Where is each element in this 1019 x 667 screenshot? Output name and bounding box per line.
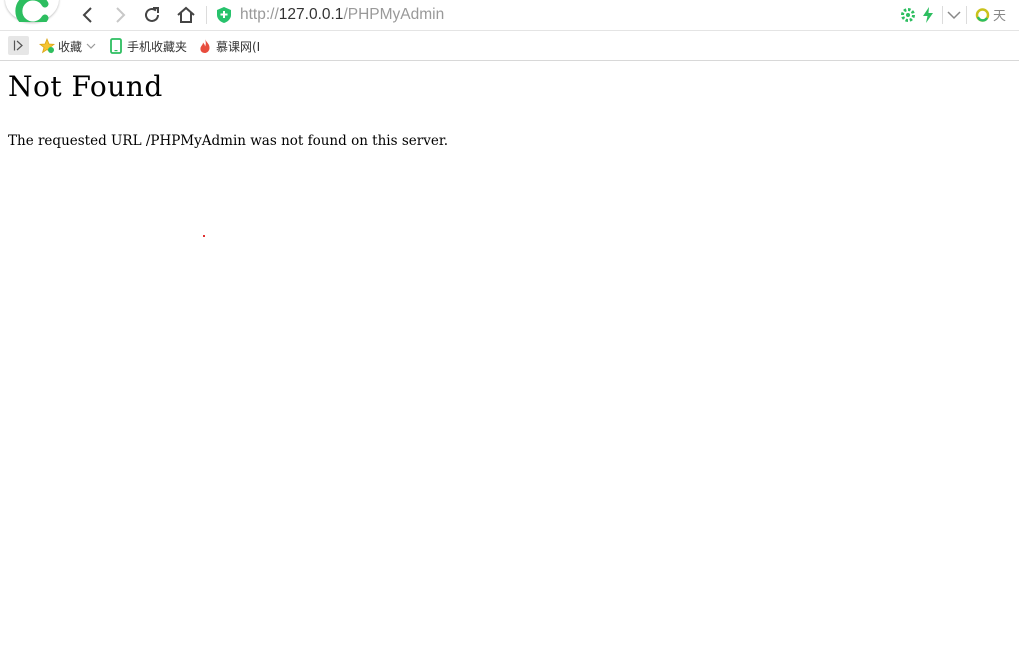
sidebar-expand-icon [13, 40, 23, 51]
browser-logo[interactable] [5, 0, 59, 22]
chevron-down-icon[interactable] [946, 6, 962, 24]
back-button[interactable] [76, 3, 100, 27]
sidebar-toggle-button[interactable] [8, 36, 29, 55]
bookmark-favorites[interactable]: 收藏 [39, 37, 96, 55]
bookmarks-bar: 收藏 手机收藏夹 慕课网(I [0, 30, 1019, 61]
chevron-down-icon [86, 43, 96, 49]
gear-icon[interactable] [900, 6, 916, 24]
url-scheme: http:// [240, 6, 279, 23]
page-content: Not Found The requested URL /PHPMyAdmin … [8, 60, 1008, 150]
bookmark-imooc[interactable]: 慕课网(I [197, 37, 260, 55]
address-bar[interactable]: http://127.0.0.1/PHPMyAdmin [240, 4, 444, 26]
bookmark-label: 手机收藏夹 [127, 39, 188, 54]
reload-icon [145, 7, 159, 22]
home-button[interactable] [174, 3, 198, 27]
search-icon[interactable] [975, 6, 991, 24]
url-host: 127.0.0.1 [278, 6, 344, 23]
stray-pixel [203, 235, 205, 237]
forward-arrow-icon [116, 7, 126, 23]
toolbar-divider [206, 6, 207, 24]
page-title: Not Found [8, 70, 163, 103]
bookmark-label: 收藏 [58, 39, 83, 54]
error-message: The requested URL /PHPMyAdmin was not fo… [8, 133, 449, 149]
forward-button[interactable] [108, 3, 132, 27]
back-arrow-icon [82, 7, 92, 23]
browser-toolbar: http://127.0.0.1/PHPMyAdmin 天 [0, 0, 1019, 30]
toolbar-divider [942, 6, 943, 24]
home-icon [177, 6, 195, 23]
bookmark-mobile-favorites[interactable]: 手机收藏夹 [108, 37, 187, 55]
bookmark-label: 慕课网(I [216, 39, 261, 54]
star-icon [39, 38, 55, 54]
reload-button[interactable] [140, 3, 164, 27]
search-hint[interactable]: 天 [993, 5, 1006, 24]
lightning-icon[interactable] [920, 6, 936, 24]
flame-icon [197, 38, 213, 54]
secure-shield-icon[interactable] [216, 6, 232, 24]
url-path: /PHPMyAdmin [343, 6, 445, 23]
toolbar-divider [966, 6, 967, 24]
phone-icon [108, 38, 124, 54]
